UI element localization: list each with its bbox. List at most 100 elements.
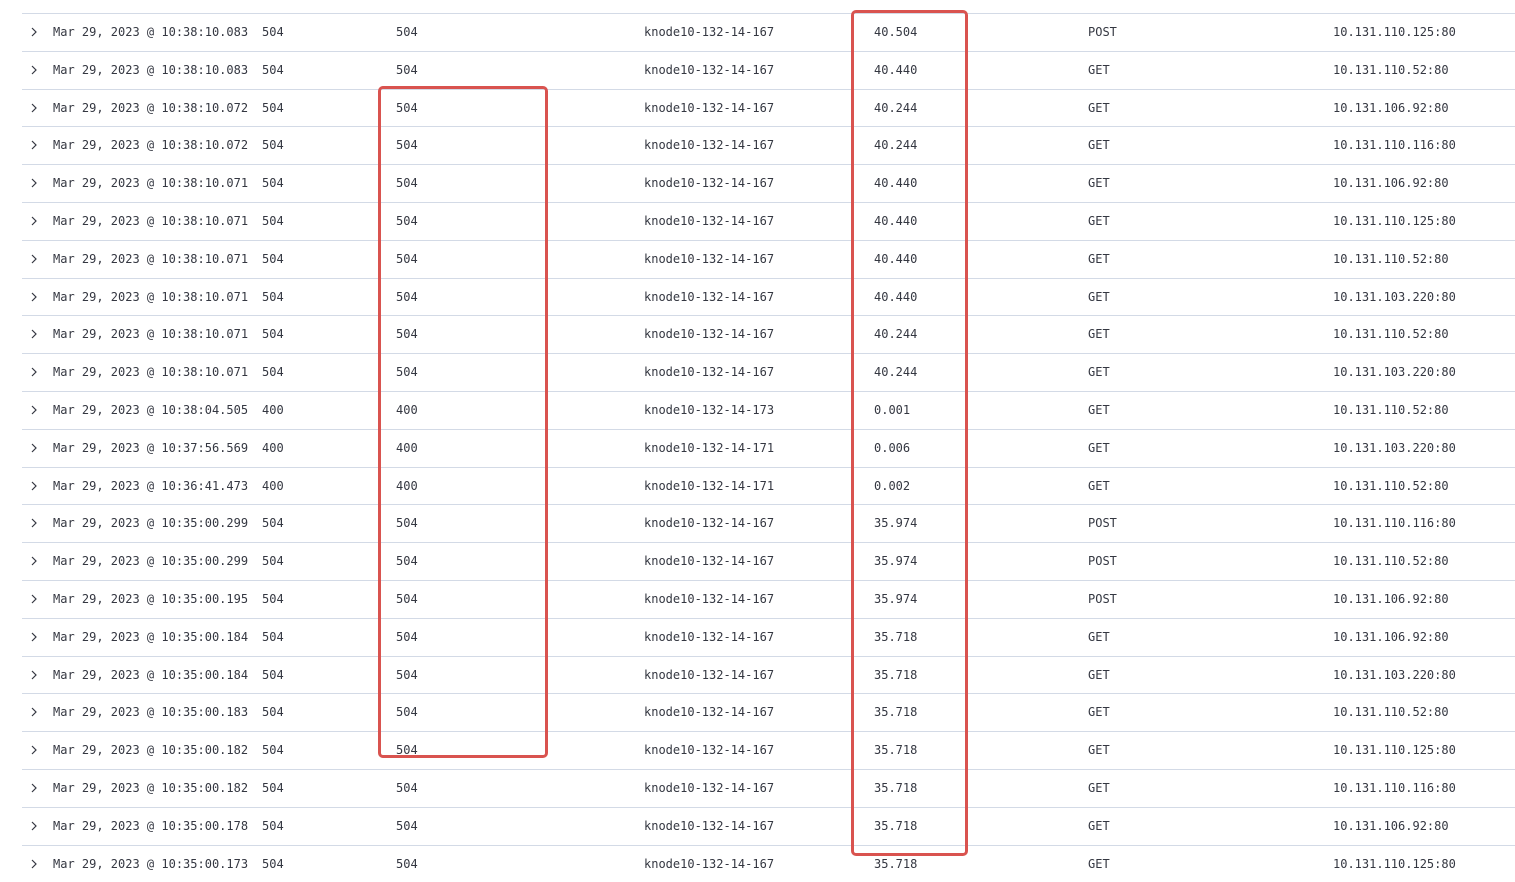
method-cell: GET	[1088, 251, 1110, 266]
table-row[interactable]: Mar 29, 2023 @ 10:38:10.072 504 504 knode10…	[22, 88, 1515, 127]
timestamp-cell: Mar 29, 2023 @ 10:35:00.299	[53, 516, 249, 531]
host-cell: knode10-132-14-167	[644, 25, 775, 39]
host-cell: knode10-132-14-167	[644, 705, 775, 720]
host-cell: knode10-132-14-167	[644, 251, 775, 266]
table-row[interactable]: Mar 29, 2023 @ 10:38:10.071 504 504 knode10…	[22, 277, 1515, 316]
upstream-status-cell: 504	[396, 818, 418, 833]
host-cell: knode10-132-14-167	[644, 591, 775, 606]
table-row[interactable]: Mar 29, 2023 @ 10:35:00.183 504 504 knode10…	[22, 693, 1515, 731]
chevron-right-icon[interactable]	[28, 694, 40, 730]
chevron-right-icon[interactable]	[28, 165, 40, 201]
table-row[interactable]: Mar 29, 2023 @ 10:38:10.083 504 504 knode10…	[22, 13, 1515, 51]
timestamp-cell: Mar 29, 2023 @ 10:35:00.173	[53, 856, 249, 871]
chevron-right-icon[interactable]	[28, 657, 40, 693]
status-cell: 504	[262, 100, 284, 115]
table-row[interactable]: Mar 29, 2023 @ 10:38:10.072 504 504 knode10…	[22, 126, 1515, 164]
chevron-right-icon[interactable]	[28, 846, 40, 882]
table-row[interactable]: Mar 29, 2023 @ 10:38:10.071 504 504 knode10…	[22, 353, 1515, 391]
chevron-right-icon[interactable]	[28, 392, 40, 428]
table-row[interactable]: Mar 29, 2023 @ 10:38:10.071 504 504 knode10…	[22, 164, 1515, 202]
table-row[interactable]: Mar 29, 2023 @ 10:35:00.178 504 504 knode10…	[22, 806, 1515, 845]
chevron-right-icon[interactable]	[28, 505, 40, 541]
chevron-right-icon[interactable]	[28, 203, 40, 239]
table-row[interactable]: Mar 29, 2023 @ 10:38:10.071 504 504 knode10…	[22, 239, 1515, 278]
upstream-status-cell: 504	[396, 856, 418, 871]
table-row[interactable]: Mar 29, 2023 @ 10:38:10.071 504 504 knode10…	[22, 201, 1515, 240]
upstream-status-cell: 504	[396, 100, 418, 115]
upstream-status-cell: 504	[396, 591, 418, 606]
table-row[interactable]: Mar 29, 2023 @ 10:38:04.505 400 400 knode10…	[22, 390, 1515, 429]
chevron-right-icon[interactable]	[28, 543, 40, 579]
response-time-cell: 35.718	[874, 667, 918, 682]
upstream-addr-cell: 10.131.110.52:80	[1333, 705, 1449, 720]
chevron-right-icon[interactable]	[28, 430, 40, 466]
host-cell: knode10-132-14-167	[644, 818, 775, 833]
status-cell: 504	[262, 289, 284, 304]
chevron-right-icon[interactable]	[28, 241, 40, 277]
chevron-right-icon[interactable]	[28, 354, 40, 390]
chevron-right-icon[interactable]	[28, 468, 40, 504]
method-cell: POST	[1088, 516, 1117, 531]
table-row[interactable]: Mar 29, 2023 @ 10:38:10.083 504 504 knode10…	[22, 50, 1515, 89]
table-row[interactable]: Mar 29, 2023 @ 10:35:00.299 504 504 knode10…	[22, 504, 1515, 542]
table-row[interactable]: Mar 29, 2023 @ 10:35:00.173 504 504 knode10…	[22, 844, 1515, 882]
response-time-cell: 35.718	[874, 856, 918, 871]
upstream-status-cell: 504	[396, 289, 418, 304]
table-row[interactable]: Mar 29, 2023 @ 10:35:00.299 504 504 knode10…	[22, 542, 1515, 580]
response-time-cell: 35.974	[874, 516, 918, 531]
timestamp-cell: Mar 29, 2023 @ 10:36:41.473	[53, 478, 249, 493]
response-time-cell: 40.440	[874, 251, 918, 266]
chevron-right-icon[interactable]	[28, 52, 40, 88]
upstream-status-cell: 400	[396, 478, 418, 493]
upstream-addr-cell: 10.131.106.92:80	[1333, 176, 1449, 191]
upstream-status-cell: 504	[396, 62, 418, 77]
chevron-right-icon[interactable]	[28, 581, 40, 617]
status-cell: 504	[262, 213, 284, 228]
upstream-status-cell: 504	[396, 327, 418, 342]
host-cell: knode10-132-14-167	[644, 100, 775, 115]
chevron-right-icon[interactable]	[28, 14, 40, 50]
chevron-right-icon[interactable]	[28, 279, 40, 315]
method-cell: GET	[1088, 780, 1110, 795]
status-cell: 504	[262, 25, 284, 39]
status-cell: 400	[262, 478, 284, 493]
table-row[interactable]: Mar 29, 2023 @ 10:35:00.182 504 504 knode10…	[22, 731, 1515, 769]
chevron-right-icon[interactable]	[28, 619, 40, 655]
response-time-cell: 40.440	[874, 176, 918, 191]
timestamp-cell: Mar 29, 2023 @ 10:35:00.182	[53, 780, 249, 795]
upstream-status-cell: 504	[396, 251, 418, 266]
chevron-right-icon[interactable]	[28, 770, 40, 806]
upstream-status-cell: 400	[396, 440, 418, 455]
method-cell: GET	[1088, 705, 1110, 720]
timestamp-cell: Mar 29, 2023 @ 10:38:10.071	[53, 365, 249, 380]
method-cell: POST	[1088, 591, 1117, 606]
upstream-addr-cell: 10.131.103.220:80	[1333, 667, 1456, 682]
chevron-right-icon[interactable]	[28, 808, 40, 844]
method-cell: GET	[1088, 365, 1110, 380]
host-cell: knode10-132-14-171	[644, 440, 775, 455]
upstream-addr-cell: 10.131.110.125:80	[1333, 856, 1456, 871]
chevron-right-icon[interactable]	[28, 90, 40, 126]
chevron-right-icon[interactable]	[28, 316, 40, 352]
table-row[interactable]: Mar 29, 2023 @ 10:35:00.182 504 504 knode10…	[22, 768, 1515, 807]
table-row[interactable]: Mar 29, 2023 @ 10:38:10.071 504 504 knode10…	[22, 315, 1515, 353]
status-cell: 400	[262, 402, 284, 417]
host-cell: knode10-132-14-167	[644, 365, 775, 380]
table-row[interactable]: Mar 29, 2023 @ 10:35:00.184 504 504 knode10…	[22, 655, 1515, 694]
response-time-cell: 35.718	[874, 743, 918, 758]
table-row[interactable]: Mar 29, 2023 @ 10:37:56.569 400 400 knode10…	[22, 428, 1515, 467]
chevron-right-icon[interactable]	[28, 127, 40, 163]
upstream-status-cell: 504	[396, 213, 418, 228]
table-row[interactable]: Mar 29, 2023 @ 10:35:00.184 504 504 knode10…	[22, 617, 1515, 656]
table-row[interactable]: Mar 29, 2023 @ 10:36:41.473 400 400 knode10…	[22, 466, 1515, 505]
host-cell: knode10-132-14-171	[644, 478, 775, 493]
upstream-status-cell: 504	[396, 554, 418, 569]
table-row[interactable]: Mar 29, 2023 @ 10:35:00.195 504 504 knode10…	[22, 579, 1515, 618]
response-time-cell: 35.718	[874, 629, 918, 644]
status-cell: 504	[262, 591, 284, 606]
timestamp-cell: Mar 29, 2023 @ 10:35:00.178	[53, 818, 249, 833]
response-time-cell: 40.440	[874, 213, 918, 228]
timestamp-cell: Mar 29, 2023 @ 10:35:00.195	[53, 591, 249, 606]
chevron-right-icon[interactable]	[28, 732, 40, 768]
host-cell: knode10-132-14-167	[644, 138, 775, 153]
